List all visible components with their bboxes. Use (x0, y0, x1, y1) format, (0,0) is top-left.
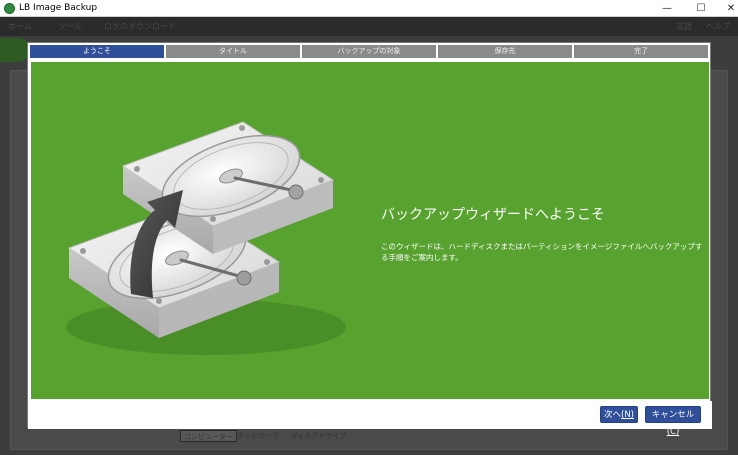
window-titlebar: LB Image Backup — ☐ ✕ (0, 0, 738, 17)
cancel-button[interactable]: キャンセル (C) (645, 406, 701, 437)
wizard-steps: ようこそ タイトル バックアップの対象 保存先 完了 (30, 45, 708, 58)
close-button[interactable]: ✕ (716, 0, 738, 17)
step-title: タイトル (166, 45, 300, 58)
wizard-content: バックアップウィザードへようこそ このウィザードは、ハードディスクまたはパーティ… (31, 62, 709, 399)
welcome-heading: バックアップウィザードへようこそ (381, 207, 605, 223)
bg-menu-tools: ツール (58, 22, 82, 31)
step-finish: 完了 (574, 45, 708, 58)
wizard-footer: 次へ(N) キャンセル (C) (28, 401, 712, 437)
app-logo-icon (4, 3, 15, 14)
maximize-button[interactable]: ☐ (686, 0, 716, 17)
cancel-button-hotkey: (C) (666, 427, 680, 437)
bg-menu-home: ホーム (8, 22, 32, 31)
welcome-description: このウィザードは、ハードディスクまたはパーティションをイメージファイルへバックア… (381, 242, 703, 262)
bg-tab-network: ネットワーク (237, 432, 279, 440)
bg-menu-logs: ログのダウンロード (104, 22, 176, 31)
next-button-label: 次へ (603, 410, 621, 420)
minimize-button[interactable]: — (652, 0, 682, 17)
next-button-hotkey: (N) (621, 410, 634, 420)
step-destination: 保存先 (438, 45, 572, 58)
step-welcome: ようこそ (30, 45, 164, 58)
bg-menu-language: 言語 (676, 22, 692, 31)
bg-tab-drives: ディスクドライブ (291, 432, 347, 440)
window-title: LB Image Backup (19, 3, 98, 13)
step-backup-target: バックアップの対象 (302, 45, 436, 58)
bg-menu-help: ヘルプ (706, 22, 730, 31)
cancel-button-label: キャンセル (651, 410, 695, 420)
backup-wizard-dialog: ようこそ タイトル バックアップの対象 保存先 完了 バックアップウィザードへよ… (27, 42, 712, 437)
next-button[interactable]: 次へ(N) (600, 406, 638, 423)
hard-drives-backup-icon (66, 121, 346, 355)
background-logo (0, 38, 30, 62)
bg-tab-computer: コンピューター (180, 430, 237, 442)
background-menubar: ホーム ツール ログのダウンロード 言語 ヘルプ (0, 17, 738, 36)
